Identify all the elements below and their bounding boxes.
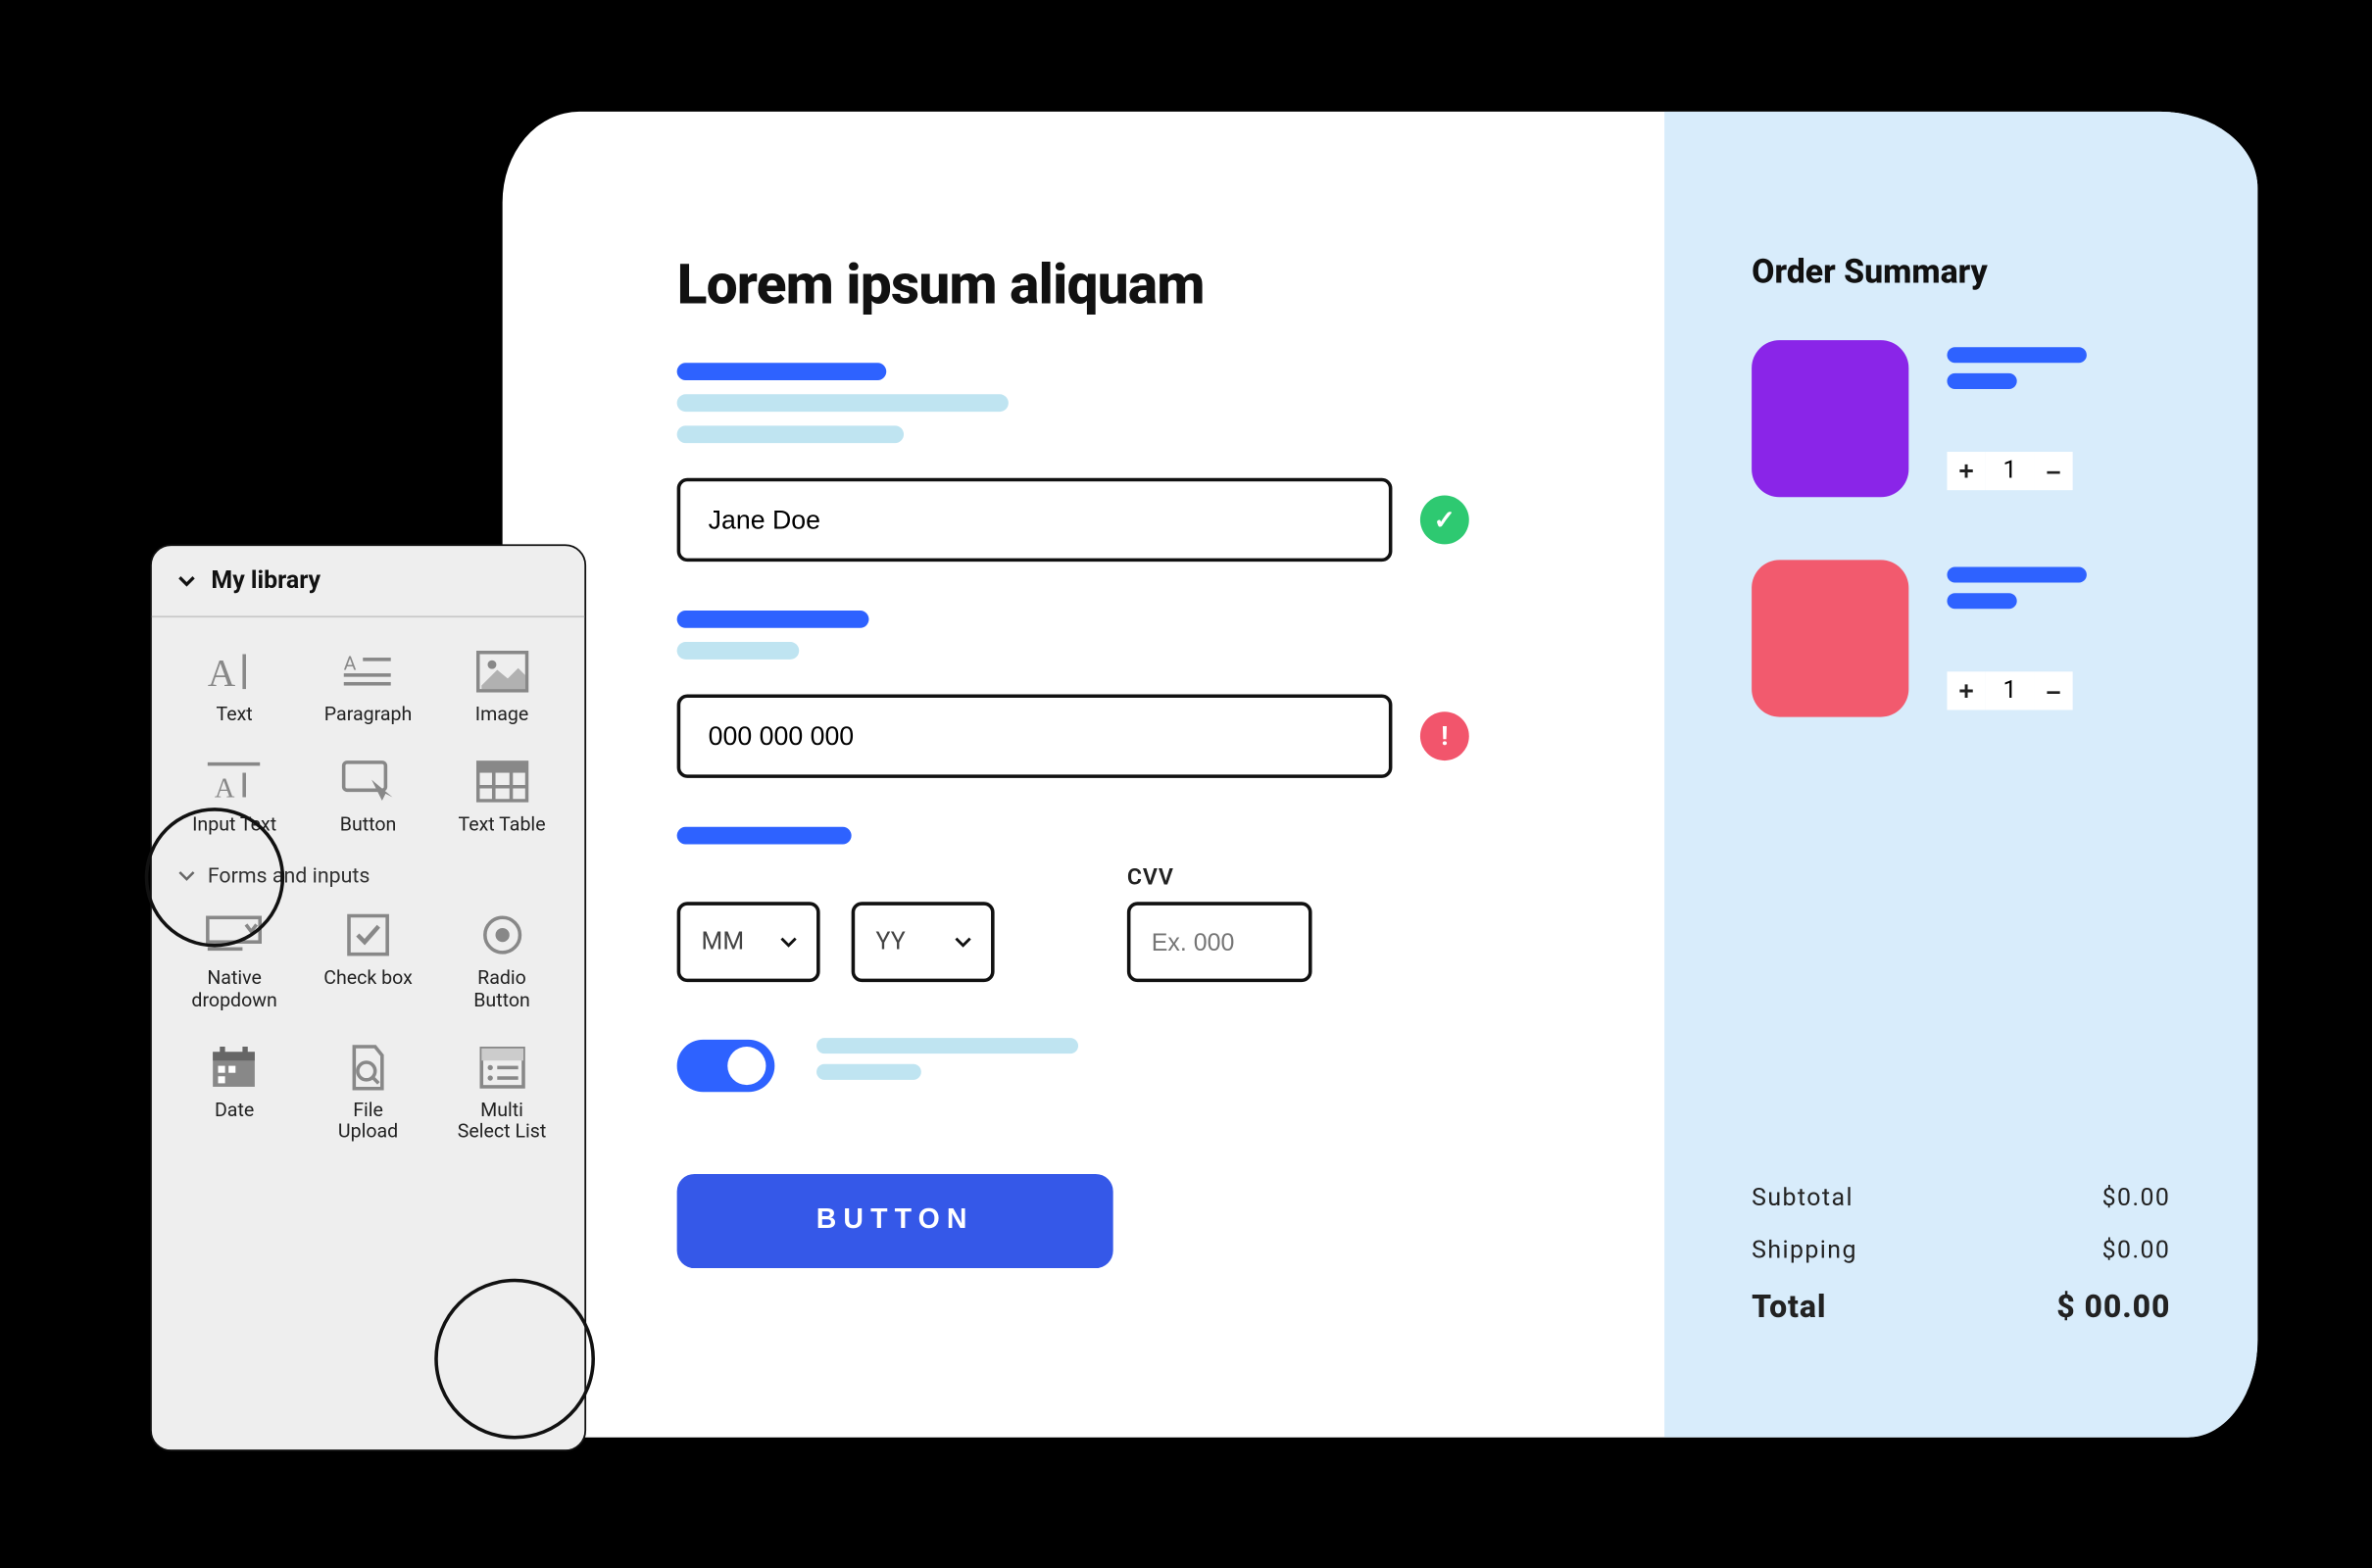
- cvv-label: CVV: [1127, 865, 1312, 892]
- subtotal-value: $0.00: [2102, 1185, 2171, 1212]
- radio-icon: [472, 909, 532, 961]
- library-section-forms[interactable]: Forms and inputs: [176, 864, 564, 889]
- shipping-label: Shipping: [1752, 1237, 1857, 1264]
- library-section-label: Forms and inputs: [208, 864, 371, 889]
- quantity-stepper[interactable]: + 1 –: [1947, 452, 2170, 490]
- product-swatch: [1752, 560, 1908, 716]
- svg-text:A: A: [208, 653, 235, 693]
- expiry-year-dropdown[interactable]: YY: [852, 902, 995, 982]
- subtotal-label: Subtotal: [1752, 1185, 1853, 1212]
- paragraph-icon: A: [338, 646, 398, 698]
- library-item-multi-select[interactable]: Multi Select List: [440, 1037, 564, 1148]
- highlight-ring-icon: [434, 1279, 595, 1440]
- library-item-label: Input Text: [192, 814, 276, 837]
- form-canvas: Lorem ipsum aliquam ✓ ! MM: [503, 112, 2258, 1438]
- button-icon: [338, 755, 398, 807]
- chevron-down-icon: [176, 570, 197, 591]
- total-label: Total: [1752, 1289, 1826, 1325]
- order-summary-title: Order Summary: [1752, 251, 2170, 291]
- quantity-value: 1: [1986, 452, 2035, 490]
- library-item-label: Text: [216, 705, 252, 727]
- library-panel: My library A Text A Paragraph Image A In…: [150, 544, 586, 1451]
- label-placeholder-group: [677, 363, 1560, 443]
- library-item-label: Radio Button: [473, 968, 530, 1012]
- library-item-label: Button: [340, 814, 397, 837]
- minus-icon[interactable]: –: [2034, 671, 2072, 710]
- order-summary-panel: Order Summary + 1 –: [1664, 112, 2257, 1438]
- table-icon: [472, 755, 532, 807]
- library-item-label: Native dropdown: [191, 968, 276, 1012]
- input-text-icon: A: [205, 755, 265, 807]
- library-item-label: File Upload: [338, 1100, 398, 1144]
- svg-text:A: A: [344, 653, 357, 675]
- page-title: Lorem ipsum aliquam: [677, 251, 1560, 318]
- multi-select-icon: [472, 1041, 532, 1093]
- name-input[interactable]: [677, 478, 1393, 562]
- product-swatch: [1752, 340, 1908, 497]
- chevron-down-icon: [778, 932, 799, 953]
- label-placeholder-group-3: [677, 827, 1560, 845]
- library-item-check-box[interactable]: Check box: [307, 906, 430, 1016]
- library-item-paragraph[interactable]: A Paragraph: [307, 642, 430, 730]
- library-item-button[interactable]: Button: [307, 752, 430, 840]
- library-item-label: Check box: [323, 968, 413, 991]
- library-item-file-upload[interactable]: File Upload: [307, 1037, 430, 1148]
- library-header[interactable]: My library: [152, 546, 584, 617]
- checkbox-icon: [338, 909, 398, 961]
- dropdown-value: MM: [702, 928, 745, 956]
- form-panel: Lorem ipsum aliquam ✓ ! MM: [503, 112, 1664, 1438]
- chevron-down-icon: [176, 865, 197, 886]
- library-item-label: Date: [215, 1100, 254, 1122]
- calendar-icon: [205, 1041, 265, 1093]
- order-item: + 1 –: [1752, 560, 2170, 716]
- shipping-value: $0.00: [2102, 1237, 2171, 1264]
- cvv-input[interactable]: [1127, 902, 1312, 982]
- library-item-label: Multi Select List: [458, 1100, 547, 1144]
- image-icon: [472, 646, 532, 698]
- svg-text:A: A: [216, 773, 236, 804]
- expiry-month-dropdown[interactable]: MM: [677, 902, 820, 982]
- file-upload-icon: [338, 1041, 398, 1093]
- library-item-label: Image: [475, 705, 529, 727]
- quantity-stepper[interactable]: + 1 –: [1947, 671, 2170, 710]
- toggle-switch[interactable]: [677, 1040, 775, 1092]
- library-item-label: Text Table: [458, 814, 545, 837]
- quantity-value: 1: [1986, 671, 2035, 710]
- total-value: $ 00.00: [2056, 1289, 2170, 1325]
- library-title: My library: [211, 567, 321, 595]
- label-placeholder-group-2: [677, 611, 1560, 660]
- submit-button[interactable]: BUTTON: [677, 1174, 1113, 1268]
- library-item-image[interactable]: Image: [440, 642, 564, 730]
- plus-icon[interactable]: +: [1947, 671, 1985, 710]
- alert-icon: !: [1420, 711, 1469, 760]
- library-item-native-dropdown[interactable]: Native dropdown: [173, 906, 296, 1016]
- chevron-down-icon: [953, 932, 973, 953]
- minus-icon[interactable]: –: [2034, 452, 2072, 490]
- library-item-text-table[interactable]: Text Table: [440, 752, 564, 840]
- number-input[interactable]: [677, 694, 1393, 777]
- library-item-input-text[interactable]: A Input Text: [173, 752, 296, 840]
- text-icon: A: [205, 646, 265, 698]
- plus-icon[interactable]: +: [1947, 452, 1985, 490]
- order-item: + 1 –: [1752, 340, 2170, 497]
- dropdown-icon: [205, 909, 265, 961]
- library-item-radio-button[interactable]: Radio Button: [440, 906, 564, 1016]
- library-item-text[interactable]: A Text: [173, 642, 296, 730]
- library-item-label: Paragraph: [324, 705, 413, 727]
- dropdown-value: YY: [876, 928, 906, 956]
- library-item-date[interactable]: Date: [173, 1037, 296, 1148]
- check-icon: ✓: [1420, 496, 1469, 545]
